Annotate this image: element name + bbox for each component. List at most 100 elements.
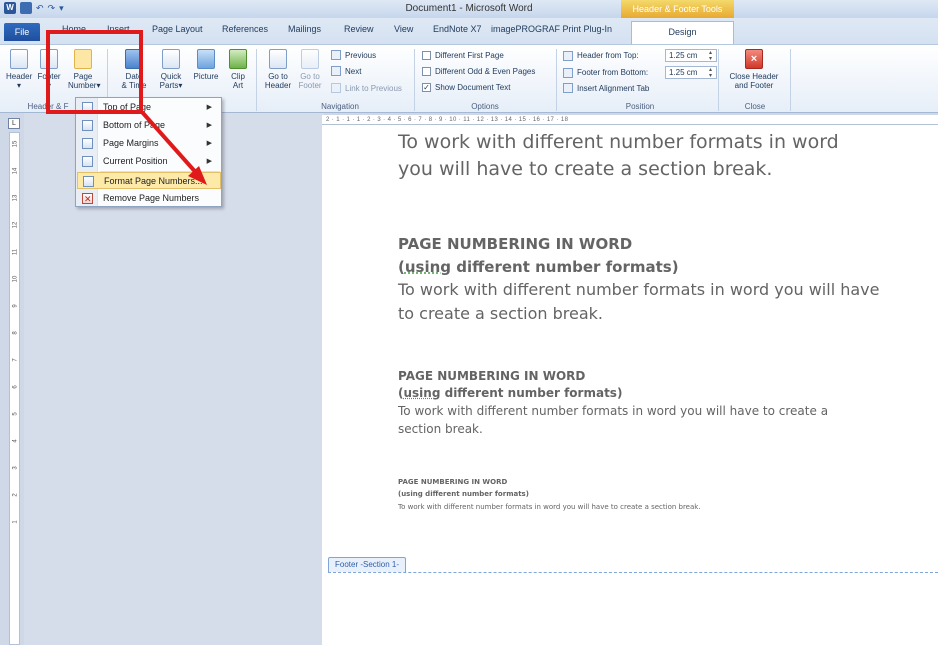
vertical-ruler-tick: 2 (12, 493, 19, 497)
close-header-footer-button[interactable]: × Close Header and Footer (724, 49, 784, 90)
menu-item-format-page-numbers[interactable]: Format Page Numbers... (77, 172, 221, 189)
footer-position-icon (563, 67, 573, 78)
next-button[interactable]: Next (331, 66, 361, 76)
subheading: (using different number formats) (398, 256, 679, 279)
menu-item-label: Format Page Numbers... (104, 176, 203, 186)
vertical-ruler-tick: 12 (12, 221, 19, 229)
goto-footer-button[interactable]: Go to Footer (296, 49, 324, 90)
footer-section-tag[interactable]: Footer -Section 1- (328, 557, 407, 572)
subheading-rest: different number formats) (440, 386, 623, 400)
tab-review[interactable]: Review (344, 24, 374, 34)
previous-button[interactable]: Previous (331, 50, 376, 60)
submenu-arrow-icon: ▶ (206, 104, 212, 111)
page-number-icon (74, 49, 92, 69)
quick-parts-label-2: Parts (159, 81, 179, 90)
tab-references[interactable]: References (222, 24, 268, 34)
footer-button[interactable]: Footer ▾ (36, 49, 62, 90)
horizontal-ruler[interactable]: 2 · 1 · 1 · 1 · 2 · 3 · 4 · 5 · 6 · 7 · … (322, 115, 938, 125)
goto-header-button[interactable]: Go to Header (262, 49, 294, 90)
vertical-ruler-tick: 4 (12, 439, 19, 443)
tab-selector[interactable]: L (8, 118, 20, 129)
vertical-ruler[interactable]: 15 14 13 12 11 10 9 8 7 6 5 4 3 2 1 (9, 132, 20, 645)
show-document-text-checkbox[interactable]: ✓ (422, 83, 431, 92)
group-separator (414, 49, 415, 111)
vertical-ruler-tick: 8 (12, 331, 19, 335)
show-document-text-option[interactable]: ✓ Show Document Text (422, 83, 510, 92)
group-separator (790, 49, 791, 111)
vertical-ruler-tick: 9 (12, 304, 19, 308)
quick-parts-button[interactable]: Quick Parts▾ (157, 49, 185, 90)
vertical-ruler-tick: 15 (12, 140, 19, 148)
close-header-footer-label-1: Close Header (729, 72, 779, 81)
menu-item-label: Current Position (103, 156, 168, 166)
menu-item-label: Bottom of Page (103, 120, 166, 130)
calendar-icon (125, 49, 143, 69)
tab-design[interactable]: Design (631, 21, 734, 44)
different-odd-even-option[interactable]: Different Odd & Even Pages (422, 67, 535, 76)
format-page-numbers-icon (83, 176, 94, 187)
page-number-button[interactable]: Page Number▾ (68, 49, 100, 90)
header-from-top-input[interactable]: 1.25 cm (665, 49, 717, 62)
spell-flagged-word[interactable]: using (405, 258, 451, 276)
group-label-close: Close (744, 102, 766, 111)
footer-boundary-line (328, 572, 938, 573)
quick-parts-label-1: Quick (160, 72, 182, 81)
insert-alignment-tab-button[interactable]: Insert Alignment Tab (563, 83, 649, 93)
body-text: To work with different number formats in… (398, 131, 839, 153)
tab-home[interactable]: Home (62, 24, 86, 34)
different-first-page-checkbox[interactable] (422, 51, 431, 60)
tab-file[interactable]: File (4, 23, 40, 41)
subheading: (using different number formats) (398, 490, 529, 498)
subheading-rest: different number formats) (451, 258, 679, 276)
current-position-icon (82, 156, 93, 167)
vertical-ruler-tick: 14 (12, 167, 19, 175)
menu-item-bottom-of-page[interactable]: Bottom of Page ▶ (77, 117, 221, 134)
header-icon (10, 49, 28, 69)
tab-mailings[interactable]: Mailings (288, 24, 321, 34)
subheading: (using different number formats) (398, 385, 622, 402)
group-label-header-footer: Header & F (27, 102, 69, 111)
header-button[interactable]: Header ▾ (6, 49, 32, 90)
tab-page-layout[interactable]: Page Layout (152, 24, 203, 34)
different-first-page-option[interactable]: Different First Page (422, 51, 504, 60)
footer-from-bottom-input[interactable]: 1.25 cm (665, 66, 717, 79)
different-odd-even-label: Different Odd & Even Pages (435, 67, 536, 76)
menu-item-label: Page Margins (103, 138, 159, 148)
menu-item-remove-page-numbers[interactable]: Remove Page Numbers (77, 190, 221, 208)
tab-insert[interactable]: Insert (107, 24, 130, 34)
goto-header-label-1: Go to (268, 72, 288, 81)
different-odd-even-checkbox[interactable] (422, 67, 431, 76)
menu-item-label: Remove Page Numbers (103, 193, 200, 203)
menu-item-current-position[interactable]: Current Position ▶ (77, 153, 221, 170)
picture-icon (197, 49, 215, 69)
spell-flagged-word[interactable]: using (403, 386, 440, 400)
document-page[interactable]: To work with different number formats in… (322, 125, 938, 645)
menu-item-page-margins[interactable]: Page Margins ▶ (77, 135, 221, 152)
next-icon (331, 66, 341, 76)
link-to-previous-button[interactable]: Link to Previous (331, 83, 402, 93)
clip-art-label-1: Clip (231, 72, 245, 81)
header-from-top-label: Header from Top: (577, 51, 639, 60)
heading: PAGE NUMBERING IN WORD (398, 235, 633, 253)
next-label: Next (345, 66, 362, 76)
vertical-ruler-tick: 11 (12, 248, 19, 256)
menu-item-top-of-page[interactable]: Top of Page ▶ (77, 99, 221, 116)
tab-view[interactable]: View (394, 24, 413, 34)
page-number-label-2: Number (68, 81, 97, 90)
date-time-button[interactable]: Date & Time (120, 49, 148, 90)
alignment-tab-icon (563, 83, 573, 93)
group-label-options: Options (471, 102, 499, 111)
menu-item-label: Top of Page (103, 102, 152, 112)
page-margins-icon (82, 138, 93, 149)
group-label-navigation: Navigation (321, 102, 359, 111)
picture-button[interactable]: Picture (190, 49, 222, 81)
group-separator (556, 49, 557, 111)
tab-imageprograf[interactable]: imagePROGRAF Print Plug-In (491, 24, 612, 34)
clip-art-button[interactable]: Clip Art (226, 49, 250, 90)
tab-endnote[interactable]: EndNote X7 (433, 24, 482, 34)
remove-page-numbers-icon (82, 191, 93, 208)
link-to-previous-label: Link to Previous (345, 83, 402, 93)
group-separator (256, 49, 257, 111)
clip-art-label-2: Art (232, 81, 244, 90)
body-text: To work with different number formats in… (398, 503, 701, 511)
